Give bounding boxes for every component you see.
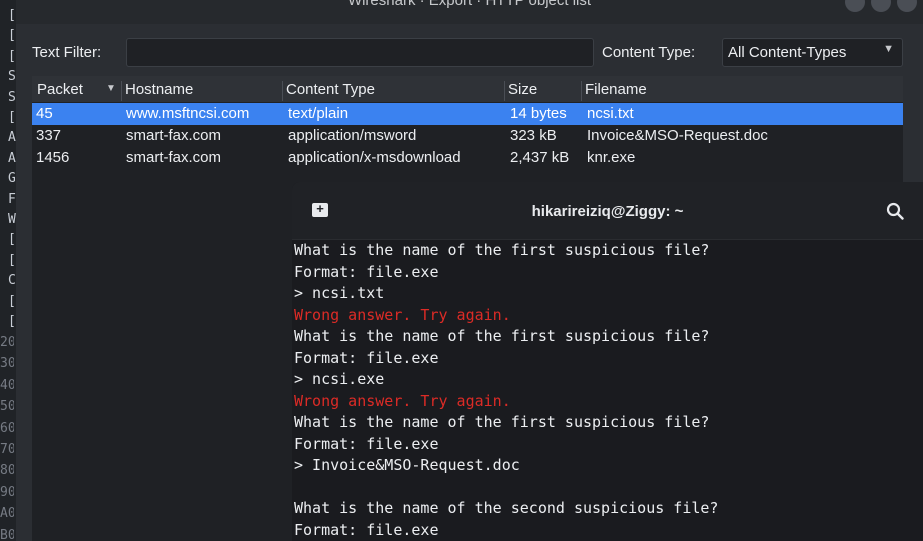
background-left-numbers: 20 30 40 50 60 70 80 90 A0 B0 — [0, 335, 14, 541]
table-row[interactable]: 337 smart-fax.com application/msword 323… — [32, 125, 903, 147]
column-header-content-type[interactable]: Content Type — [282, 81, 503, 101]
terminal-line: Format: file.exe — [294, 348, 439, 367]
dialog-titlebar[interactable]: Wireshark · Export · HTTP object list — [16, 0, 923, 24]
chevron-down-icon: ▼ — [883, 43, 894, 55]
terminal-line: > ncsi.txt — [294, 284, 385, 302]
terminal-line: Format: file.exe — [294, 434, 439, 453]
dialog-title: Wireshark · Export · HTTP object list — [347, 0, 592, 9]
filter-row: Text Filter: Content Type: All Content-T… — [16, 38, 923, 68]
content-type-value: All Content-Types — [728, 44, 847, 61]
terminal-title: hikarireiziq@Ziggy: ~ — [531, 203, 684, 220]
cell-size: 2,437 kB — [510, 149, 570, 166]
cell-content-type: application/x-msdownload — [288, 149, 461, 166]
terminal-output[interactable]: What is the name of the first suspicious… — [294, 240, 923, 541]
column-header-size[interactable]: Size — [504, 81, 581, 101]
column-header-hostname[interactable]: Hostname — [121, 81, 282, 101]
background-window: [ [ [ S S [ A A G F W [ [ C [ [ 20 30 40… — [0, 0, 16, 541]
cell-filename: Invoice&MSO-Request.doc — [587, 127, 768, 144]
terminal-line: What is the name of the first suspicious… — [294, 241, 710, 259]
cell-filename: knr.exe — [587, 149, 636, 166]
terminal-line: > Invoice&MSO-Request.doc — [294, 456, 520, 474]
cell-packet: 45 — [36, 105, 53, 122]
cell-packet: 1456 — [36, 149, 70, 166]
cell-packet: 337 — [36, 127, 62, 144]
terminal-line: What is the name of the first suspicious… — [294, 327, 710, 345]
sort-descending-icon: ▼ — [106, 83, 116, 94]
terminal-window[interactable]: hikarireiziq@Ziggy: ~ What is the name o… — [292, 182, 923, 541]
terminal-error-line: Wrong answer. Try again. — [294, 391, 511, 410]
terminal-line: Format: file.exe — [294, 520, 439, 539]
terminal-line: > ncsi.exe — [294, 370, 385, 388]
text-filter-label: Text Filter: — [32, 44, 102, 61]
cell-size: 323 kB — [510, 127, 557, 144]
cell-hostname: smart-fax.com — [126, 149, 222, 166]
search-icon[interactable] — [886, 202, 904, 220]
terminal-line: What is the name of the second suspiciou… — [294, 499, 719, 517]
table-row[interactable]: 45 www.msftncsi.com text/plain 14 bytes … — [32, 103, 903, 125]
close-button[interactable] — [897, 0, 917, 12]
cell-content-type: application/msword — [288, 127, 417, 144]
text-filter-input[interactable] — [126, 38, 594, 67]
minimize-button[interactable] — [845, 0, 865, 12]
window-controls — [845, 0, 917, 12]
terminal-header[interactable]: hikarireiziq@Ziggy: ~ — [292, 182, 923, 240]
column-header-filename[interactable]: Filename — [581, 81, 781, 101]
cell-content-type: text/plain — [288, 105, 349, 122]
cell-filename: ncsi.txt — [587, 105, 634, 122]
terminal-line: What is the name of the first suspicious… — [294, 413, 710, 431]
cell-size: 14 bytes — [510, 105, 567, 122]
maximize-button[interactable] — [871, 0, 891, 12]
cell-hostname: www.msftncsi.com — [126, 105, 250, 122]
content-type-label: Content Type: — [602, 44, 696, 61]
table-header: Packet ▼ Hostname Content Type Size File… — [32, 76, 903, 102]
terminal-line: Format: file.exe — [294, 262, 439, 281]
terminal-error-line: Wrong answer. Try again. — [294, 305, 511, 324]
table-row[interactable]: 1456 smart-fax.com application/x-msdownl… — [32, 147, 903, 169]
cell-hostname: smart-fax.com — [126, 127, 222, 144]
content-type-select[interactable]: All Content-Types ▼ — [722, 38, 903, 67]
